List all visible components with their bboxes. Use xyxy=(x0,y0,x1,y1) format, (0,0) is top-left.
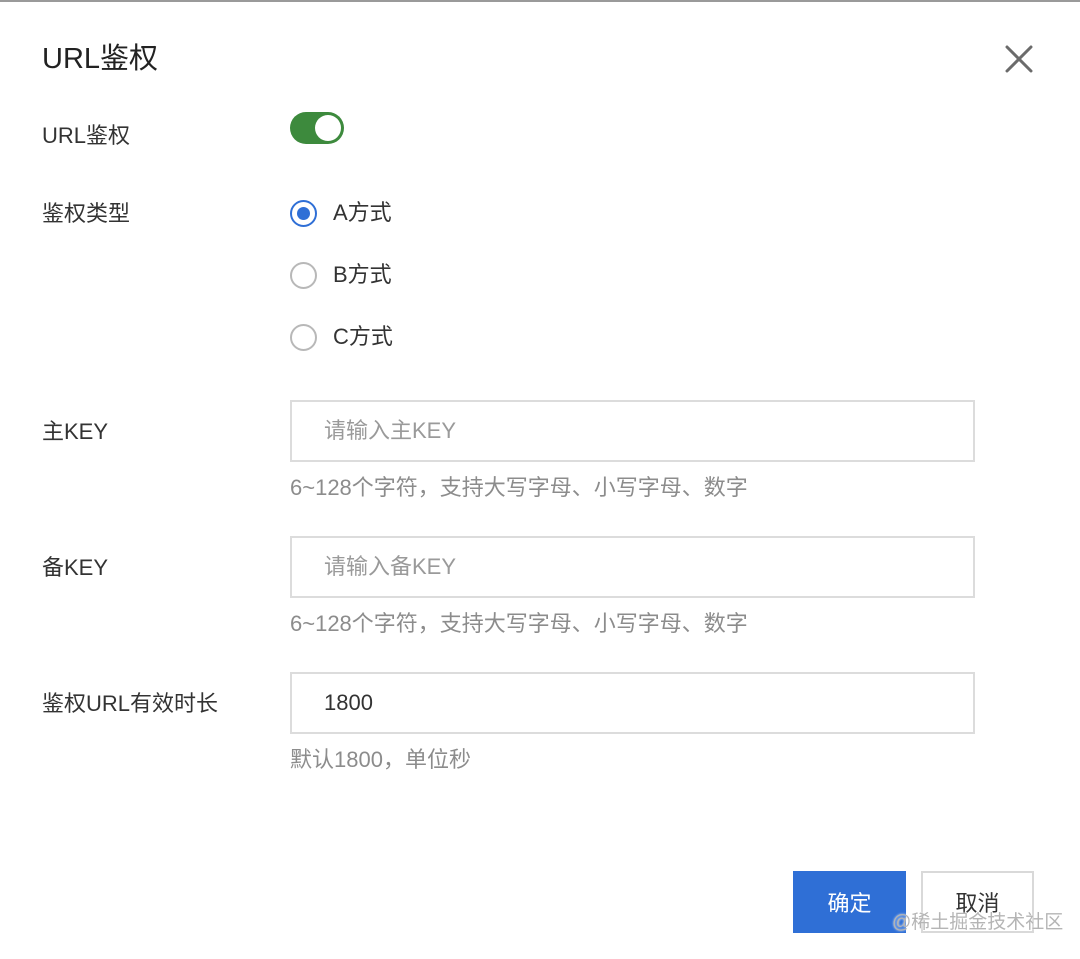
watermark: @稀土掘金技术社区 xyxy=(892,912,1064,933)
backup-key-input[interactable] xyxy=(290,536,975,598)
radio-option-label: B方式 xyxy=(333,262,392,287)
auth-type-label: 鉴权类型 xyxy=(42,201,131,226)
confirm-button[interactable]: 确定 xyxy=(793,871,906,933)
dialog-title: URL鉴权 xyxy=(42,43,159,75)
close-icon xyxy=(1005,45,1033,73)
ttl-label: 鉴权URL有效时长 xyxy=(42,691,219,716)
ttl-hint: 默认1800，单位秒 xyxy=(290,747,471,772)
radio-checked-icon[interactable] xyxy=(290,199,317,227)
radio-option-a[interactable]: A方式 xyxy=(290,198,392,228)
radio-option-c[interactable]: C方式 xyxy=(290,322,393,352)
primary-key-label: 主KEY xyxy=(42,419,109,444)
backup-key-label: 备KEY xyxy=(42,555,109,580)
close-button[interactable] xyxy=(998,38,1040,80)
radio-option-label: C方式 xyxy=(333,324,393,349)
ttl-input[interactable] xyxy=(290,672,975,734)
url-auth-label: URL鉴权 xyxy=(42,123,131,148)
radio-option-label: A方式 xyxy=(333,200,392,225)
primary-key-input[interactable] xyxy=(290,400,975,462)
primary-key-hint: 6~128个字符，支持大写字母、小写字母、数字 xyxy=(290,475,748,500)
url-auth-toggle[interactable] xyxy=(290,112,344,144)
radio-option-b[interactable]: B方式 xyxy=(290,260,392,290)
backup-key-hint: 6~128个字符，支持大写字母、小写字母、数字 xyxy=(290,611,748,636)
radio-unchecked-icon[interactable] xyxy=(290,261,317,289)
dialog-top-border xyxy=(0,0,1080,2)
toggle-knob xyxy=(315,115,341,141)
radio-unchecked-icon[interactable] xyxy=(290,323,317,351)
